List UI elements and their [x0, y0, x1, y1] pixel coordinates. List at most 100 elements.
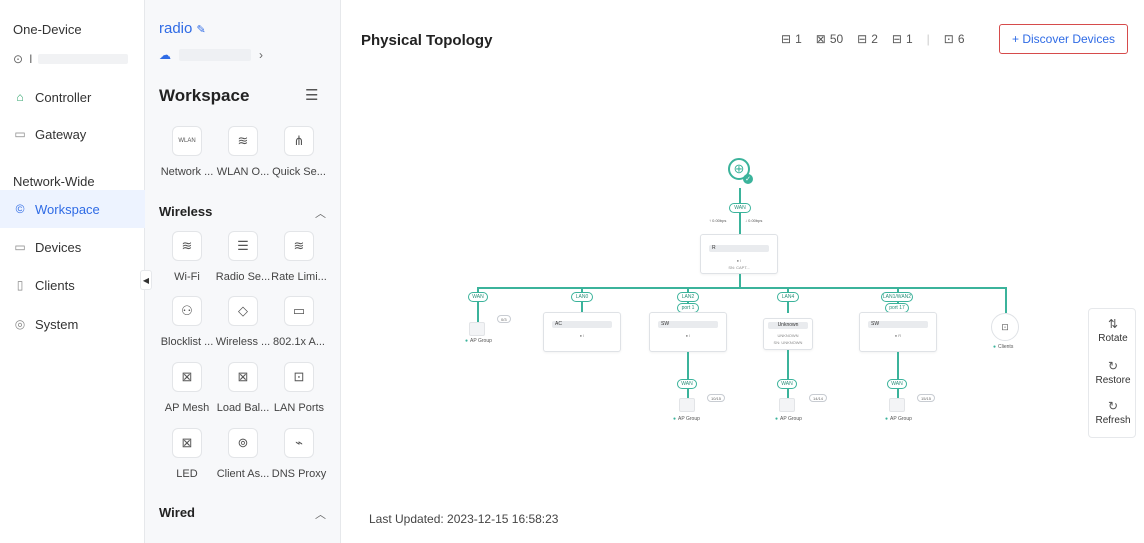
device-name[interactable]: radio ✎: [159, 20, 206, 37]
edit-icon[interactable]: ✎: [197, 24, 206, 36]
tile-8021x[interactable]: ▭ 802.1x A...: [271, 296, 327, 348]
mesh-icon: ⊠: [172, 362, 202, 392]
port-label: WAN: [777, 379, 797, 389]
port-label: LAN1/WAN2: [881, 292, 913, 302]
tile-label: Client As...: [216, 468, 270, 480]
device-bar: Unknown: [768, 322, 808, 329]
port-label: LAN0: [571, 292, 593, 302]
nav-item-label: Devices: [35, 239, 82, 255]
group-wireless: Wireless: [159, 204, 213, 219]
count-switch[interactable]: ⊟ 2: [857, 32, 878, 46]
list-view-icon[interactable]: ☰: [305, 86, 318, 104]
led-icon: ⊠: [172, 428, 202, 458]
unknown-device[interactable]: Unknown UNKNOWN SN: UNKNOWN: [763, 318, 813, 350]
nav-item-controller[interactable]: ⌂ Controller: [0, 78, 145, 116]
switch-device-2[interactable]: SW ● R: [859, 312, 937, 352]
site-name[interactable]: One-Device: [13, 22, 82, 37]
wifi-icon: ≋: [172, 231, 202, 261]
tile-ap-mesh[interactable]: ⊠ AP Mesh: [159, 362, 215, 414]
device-selector[interactable]: ☁ ›: [159, 48, 263, 62]
tile-wireless-security[interactable]: ◇ Wireless ...: [215, 296, 271, 348]
count-ac[interactable]: ⊟ 1: [892, 32, 913, 46]
port-label: WAN: [468, 292, 488, 302]
ac-device[interactable]: AC ● I: [543, 312, 621, 352]
nav-item-gateway[interactable]: ▭ Gateway: [0, 115, 145, 153]
bus-line: [477, 287, 1007, 289]
port-wan: WAN: [729, 203, 751, 213]
tile-load-balancing[interactable]: ⊠ Load Bal...: [215, 362, 271, 414]
nav-item-label: Workspace: [35, 201, 100, 217]
chevron-up-icon[interactable]: ︿: [315, 506, 326, 522]
ap-count: 0/3: [497, 315, 511, 323]
tile-label: AP Mesh: [164, 402, 210, 414]
tile-blocklist[interactable]: ⚇ Blocklist ...: [159, 296, 215, 348]
device-bar: SW: [658, 321, 718, 328]
chevron-up-icon[interactable]: ︿: [315, 205, 326, 221]
nav-item-system[interactable]: ◎ System: [0, 305, 145, 343]
restore-label: Restore: [1095, 375, 1131, 386]
rotate-button[interactable]: ⇅ Rotate: [1089, 317, 1137, 344]
ap-icon[interactable]: [779, 398, 795, 412]
ap-icon[interactable]: [679, 398, 695, 412]
chevron-right-icon: ›: [259, 48, 263, 62]
tile-network[interactable]: WLAN Network ...: [159, 126, 215, 178]
status-dot: ● I: [685, 333, 691, 338]
tile-rate-limit[interactable]: ≋ Rate Limi...: [271, 231, 327, 283]
unknown-sn: SN: UNKNOWN: [773, 340, 803, 345]
tile-lan-ports[interactable]: ⊡ LAN Ports: [271, 362, 327, 414]
nav-item-clients[interactable]: ▯ Clients: [0, 266, 145, 304]
device-bar: SW: [868, 321, 928, 328]
tile-label: Rate Limi...: [271, 271, 327, 283]
ap-icon[interactable]: [889, 398, 905, 412]
tile-label: Network ...: [160, 166, 214, 178]
ap-count: 15/15: [917, 394, 936, 402]
switch-device-1[interactable]: SW ● I: [649, 312, 727, 352]
auth-icon: ▭: [284, 296, 314, 326]
rate-limit-icon: ≋: [284, 231, 314, 261]
ap-icon[interactable]: [469, 322, 485, 336]
tile-wifi[interactable]: ≋ Wi-Fi: [159, 231, 215, 283]
tile-led[interactable]: ⊠ LED: [159, 428, 215, 480]
home-icon: ⌂: [16, 90, 24, 104]
sliders-icon: ☰: [228, 231, 258, 261]
load-balance-icon: ⊠: [228, 362, 258, 392]
wifi-icon: ≋: [228, 126, 258, 156]
nav-item-devices[interactable]: ▭ Devices: [0, 228, 145, 266]
refresh-button[interactable]: ↻ Refresh: [1089, 399, 1137, 426]
status-dot: ● I: [579, 333, 585, 338]
cloud-icon: ☁: [159, 48, 171, 62]
gateway-device[interactable]: R ● I SN: CAPT...: [700, 234, 778, 274]
tile-label: WLAN O...: [216, 166, 270, 178]
topology-diagram: ⊕ ✓ WAN ↑ 0.00bps ↓ 0.00bps R ● I SN: CA…: [441, 150, 1041, 440]
tile-wlan-overview[interactable]: ≋ WLAN O...: [215, 126, 271, 178]
link-line: [787, 350, 789, 398]
location-pin-icon: ⊙: [13, 52, 24, 66]
site-selector[interactable]: ⊙ I: [13, 52, 129, 66]
tile-quick-setup[interactable]: ⋔ Quick Se...: [271, 126, 327, 178]
restore-button[interactable]: ↻ Restore: [1089, 359, 1137, 386]
device-bar: R: [709, 245, 769, 252]
redacted-text: [38, 54, 129, 64]
collapse-sidebar-button[interactable]: ◀: [140, 270, 152, 290]
tile-radio-settings[interactable]: ☰ Radio Se...: [215, 231, 271, 283]
count-value: 6: [957, 32, 965, 46]
ap-count: 10/15: [707, 394, 726, 402]
divider: |: [926, 32, 930, 46]
count-gateway[interactable]: ⊟ 1: [781, 32, 802, 46]
section-network-wide: Network-Wide: [13, 174, 95, 189]
check-icon: ✓: [743, 174, 753, 184]
count-clients[interactable]: ⊡ 6: [944, 32, 965, 46]
nav-item-label: Gateway: [35, 126, 87, 142]
discover-devices-button[interactable]: + Discover Devices: [999, 24, 1128, 54]
left-nav: One-Device ⊙ I ⌂ Controller ▭ Gateway Ne…: [0, 0, 145, 543]
tile-dns-proxy[interactable]: ⌁ DNS Proxy: [271, 428, 327, 480]
count-ap[interactable]: ⊠ 50: [816, 32, 843, 46]
tile-label: Blocklist ...: [160, 336, 214, 348]
restore-icon: ↻: [1107, 359, 1119, 373]
tile-client-association[interactable]: ⊚ Client As...: [215, 428, 271, 480]
nav-item-workspace[interactable]: © Workspace: [0, 190, 145, 228]
redacted-text: [179, 49, 251, 61]
clients-node-icon[interactable]: ⊡: [991, 313, 1019, 341]
workspace-icon: ©: [15, 202, 25, 216]
app: One-Device ⊙ I ⌂ Controller ▭ Gateway Ne…: [0, 0, 1144, 543]
